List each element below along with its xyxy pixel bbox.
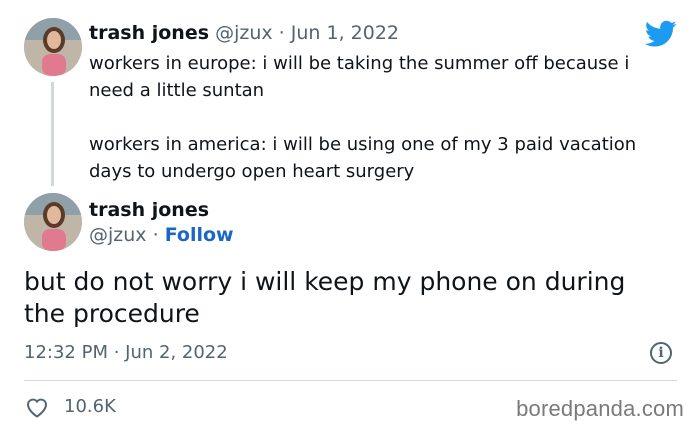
separator-dot: ·: [278, 22, 285, 44]
tweet-1-paragraph-1: workers in europe: i will be taking the …: [89, 53, 630, 101]
watermark: boredpanda.com: [516, 396, 684, 421]
tweet-1-header: trash jones @jzux · Jun 1, 2022: [89, 22, 399, 44]
tweet-timestamp[interactable]: 12:32 PM · Jun 2, 2022: [24, 342, 228, 363]
tweet-date[interactable]: Jun 1, 2022: [291, 22, 399, 44]
user-handle[interactable]: @jzux: [89, 224, 147, 246]
heart-icon[interactable]: [25, 396, 49, 418]
tweet-2-body: but do not worry i will keep my phone on…: [24, 267, 626, 328]
avatar-image: [24, 193, 82, 251]
thread-connector-line: [51, 82, 54, 186]
display-name[interactable]: trash jones: [89, 199, 209, 221]
avatar-tweet-2[interactable]: [24, 193, 82, 251]
avatar-image: [24, 18, 82, 76]
display-name[interactable]: trash jones: [89, 22, 209, 44]
tweet-2-handle-line: @jzux · Follow: [89, 224, 234, 246]
follow-button[interactable]: Follow: [165, 224, 234, 246]
divider: [24, 380, 677, 381]
tweet-1-paragraph-2: workers in america: i will be using one …: [89, 134, 637, 182]
user-handle[interactable]: @jzux: [215, 22, 273, 44]
avatar-tweet-1[interactable]: [24, 18, 82, 76]
like-count[interactable]: 10.6K: [64, 396, 116, 417]
separator-dot: ·: [152, 224, 159, 246]
twitter-bird-icon[interactable]: [645, 20, 677, 48]
info-icon[interactable]: i: [650, 342, 672, 364]
tweet-1-body: workers in europe: i will be taking the …: [89, 50, 679, 185]
